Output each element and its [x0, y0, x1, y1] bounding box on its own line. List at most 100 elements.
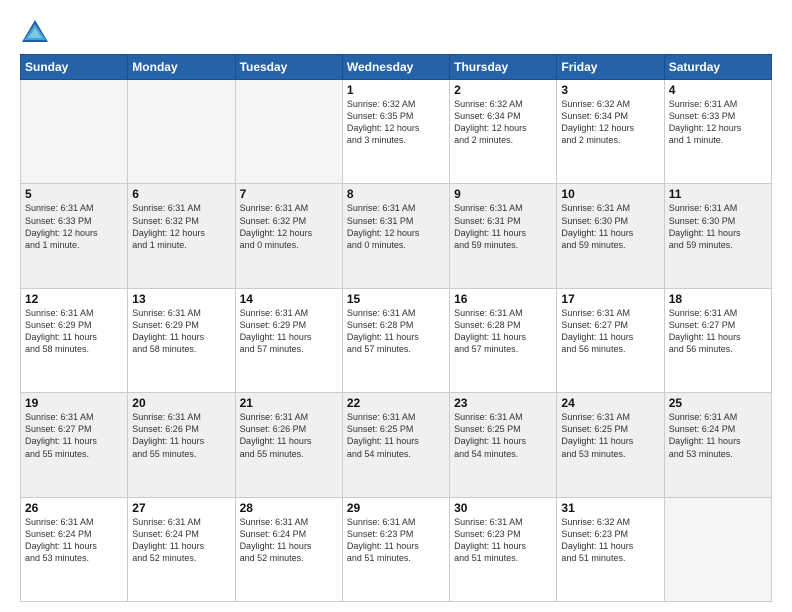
day-info: Sunrise: 6:31 AM Sunset: 6:27 PM Dayligh…: [561, 307, 659, 356]
day-number: 22: [347, 396, 445, 410]
calendar-day-cell: 2Sunrise: 6:32 AM Sunset: 6:34 PM Daylig…: [450, 80, 557, 184]
calendar-day-cell: 12Sunrise: 6:31 AM Sunset: 6:29 PM Dayli…: [21, 288, 128, 392]
calendar-week-row: 12Sunrise: 6:31 AM Sunset: 6:29 PM Dayli…: [21, 288, 772, 392]
day-number: 14: [240, 292, 338, 306]
day-info: Sunrise: 6:31 AM Sunset: 6:26 PM Dayligh…: [240, 411, 338, 460]
day-info: Sunrise: 6:31 AM Sunset: 6:29 PM Dayligh…: [240, 307, 338, 356]
calendar-day-cell: 14Sunrise: 6:31 AM Sunset: 6:29 PM Dayli…: [235, 288, 342, 392]
day-info: Sunrise: 6:31 AM Sunset: 6:24 PM Dayligh…: [132, 516, 230, 565]
calendar-day-cell: 31Sunrise: 6:32 AM Sunset: 6:23 PM Dayli…: [557, 497, 664, 601]
day-number: 28: [240, 501, 338, 515]
day-number: 2: [454, 83, 552, 97]
calendar-day-cell: 19Sunrise: 6:31 AM Sunset: 6:27 PM Dayli…: [21, 393, 128, 497]
day-number: 29: [347, 501, 445, 515]
calendar-day-cell: [664, 497, 771, 601]
weekday-header: Sunday: [21, 55, 128, 80]
header: [20, 18, 772, 46]
day-info: Sunrise: 6:31 AM Sunset: 6:29 PM Dayligh…: [25, 307, 123, 356]
day-number: 11: [669, 187, 767, 201]
logo-icon: [20, 18, 50, 46]
day-number: 24: [561, 396, 659, 410]
calendar-day-cell: 13Sunrise: 6:31 AM Sunset: 6:29 PM Dayli…: [128, 288, 235, 392]
calendar-day-cell: 30Sunrise: 6:31 AM Sunset: 6:23 PM Dayli…: [450, 497, 557, 601]
day-number: 1: [347, 83, 445, 97]
day-number: 20: [132, 396, 230, 410]
day-number: 31: [561, 501, 659, 515]
weekday-header: Monday: [128, 55, 235, 80]
day-number: 26: [25, 501, 123, 515]
day-info: Sunrise: 6:31 AM Sunset: 6:28 PM Dayligh…: [454, 307, 552, 356]
calendar-day-cell: 4Sunrise: 6:31 AM Sunset: 6:33 PM Daylig…: [664, 80, 771, 184]
weekday-header: Thursday: [450, 55, 557, 80]
day-number: 7: [240, 187, 338, 201]
calendar-day-cell: 21Sunrise: 6:31 AM Sunset: 6:26 PM Dayli…: [235, 393, 342, 497]
calendar-day-cell: 23Sunrise: 6:31 AM Sunset: 6:25 PM Dayli…: [450, 393, 557, 497]
day-number: 5: [25, 187, 123, 201]
day-number: 21: [240, 396, 338, 410]
day-info: Sunrise: 6:32 AM Sunset: 6:23 PM Dayligh…: [561, 516, 659, 565]
weekday-header: Tuesday: [235, 55, 342, 80]
day-number: 18: [669, 292, 767, 306]
calendar-day-cell: 27Sunrise: 6:31 AM Sunset: 6:24 PM Dayli…: [128, 497, 235, 601]
day-info: Sunrise: 6:32 AM Sunset: 6:35 PM Dayligh…: [347, 98, 445, 147]
day-number: 8: [347, 187, 445, 201]
day-info: Sunrise: 6:31 AM Sunset: 6:25 PM Dayligh…: [561, 411, 659, 460]
calendar-day-cell: 25Sunrise: 6:31 AM Sunset: 6:24 PM Dayli…: [664, 393, 771, 497]
calendar-day-cell: 5Sunrise: 6:31 AM Sunset: 6:33 PM Daylig…: [21, 184, 128, 288]
weekday-header: Saturday: [664, 55, 771, 80]
day-info: Sunrise: 6:31 AM Sunset: 6:30 PM Dayligh…: [669, 202, 767, 251]
day-info: Sunrise: 6:32 AM Sunset: 6:34 PM Dayligh…: [561, 98, 659, 147]
day-info: Sunrise: 6:31 AM Sunset: 6:32 PM Dayligh…: [240, 202, 338, 251]
day-info: Sunrise: 6:31 AM Sunset: 6:31 PM Dayligh…: [454, 202, 552, 251]
calendar-day-cell: 10Sunrise: 6:31 AM Sunset: 6:30 PM Dayli…: [557, 184, 664, 288]
day-info: Sunrise: 6:31 AM Sunset: 6:26 PM Dayligh…: [132, 411, 230, 460]
day-info: Sunrise: 6:31 AM Sunset: 6:30 PM Dayligh…: [561, 202, 659, 251]
day-number: 19: [25, 396, 123, 410]
calendar-day-cell: 11Sunrise: 6:31 AM Sunset: 6:30 PM Dayli…: [664, 184, 771, 288]
day-info: Sunrise: 6:31 AM Sunset: 6:25 PM Dayligh…: [454, 411, 552, 460]
day-number: 6: [132, 187, 230, 201]
day-info: Sunrise: 6:31 AM Sunset: 6:23 PM Dayligh…: [454, 516, 552, 565]
weekday-header: Wednesday: [342, 55, 449, 80]
day-info: Sunrise: 6:31 AM Sunset: 6:27 PM Dayligh…: [25, 411, 123, 460]
calendar-day-cell: 3Sunrise: 6:32 AM Sunset: 6:34 PM Daylig…: [557, 80, 664, 184]
day-number: 15: [347, 292, 445, 306]
calendar-day-cell: 16Sunrise: 6:31 AM Sunset: 6:28 PM Dayli…: [450, 288, 557, 392]
day-info: Sunrise: 6:31 AM Sunset: 6:25 PM Dayligh…: [347, 411, 445, 460]
calendar-day-cell: 8Sunrise: 6:31 AM Sunset: 6:31 PM Daylig…: [342, 184, 449, 288]
calendar-day-cell: 15Sunrise: 6:31 AM Sunset: 6:28 PM Dayli…: [342, 288, 449, 392]
calendar-day-cell: 17Sunrise: 6:31 AM Sunset: 6:27 PM Dayli…: [557, 288, 664, 392]
calendar: SundayMondayTuesdayWednesdayThursdayFrid…: [20, 54, 772, 602]
day-number: 3: [561, 83, 659, 97]
day-info: Sunrise: 6:31 AM Sunset: 6:24 PM Dayligh…: [25, 516, 123, 565]
calendar-day-cell: [128, 80, 235, 184]
calendar-day-cell: [235, 80, 342, 184]
calendar-day-cell: 20Sunrise: 6:31 AM Sunset: 6:26 PM Dayli…: [128, 393, 235, 497]
day-number: 16: [454, 292, 552, 306]
calendar-day-cell: [21, 80, 128, 184]
logo: [20, 18, 54, 46]
calendar-day-cell: 9Sunrise: 6:31 AM Sunset: 6:31 PM Daylig…: [450, 184, 557, 288]
calendar-day-cell: 6Sunrise: 6:31 AM Sunset: 6:32 PM Daylig…: [128, 184, 235, 288]
day-info: Sunrise: 6:31 AM Sunset: 6:28 PM Dayligh…: [347, 307, 445, 356]
page: SundayMondayTuesdayWednesdayThursdayFrid…: [0, 0, 792, 612]
calendar-day-cell: 28Sunrise: 6:31 AM Sunset: 6:24 PM Dayli…: [235, 497, 342, 601]
calendar-week-row: 5Sunrise: 6:31 AM Sunset: 6:33 PM Daylig…: [21, 184, 772, 288]
calendar-day-cell: 7Sunrise: 6:31 AM Sunset: 6:32 PM Daylig…: [235, 184, 342, 288]
day-number: 30: [454, 501, 552, 515]
day-number: 13: [132, 292, 230, 306]
day-info: Sunrise: 6:31 AM Sunset: 6:32 PM Dayligh…: [132, 202, 230, 251]
day-info: Sunrise: 6:31 AM Sunset: 6:24 PM Dayligh…: [669, 411, 767, 460]
weekday-header: Friday: [557, 55, 664, 80]
calendar-week-row: 1Sunrise: 6:32 AM Sunset: 6:35 PM Daylig…: [21, 80, 772, 184]
calendar-week-row: 26Sunrise: 6:31 AM Sunset: 6:24 PM Dayli…: [21, 497, 772, 601]
calendar-day-cell: 1Sunrise: 6:32 AM Sunset: 6:35 PM Daylig…: [342, 80, 449, 184]
day-info: Sunrise: 6:31 AM Sunset: 6:33 PM Dayligh…: [25, 202, 123, 251]
calendar-header-row: SundayMondayTuesdayWednesdayThursdayFrid…: [21, 55, 772, 80]
day-info: Sunrise: 6:31 AM Sunset: 6:31 PM Dayligh…: [347, 202, 445, 251]
day-number: 27: [132, 501, 230, 515]
day-number: 9: [454, 187, 552, 201]
day-number: 23: [454, 396, 552, 410]
day-info: Sunrise: 6:31 AM Sunset: 6:29 PM Dayligh…: [132, 307, 230, 356]
day-info: Sunrise: 6:31 AM Sunset: 6:24 PM Dayligh…: [240, 516, 338, 565]
